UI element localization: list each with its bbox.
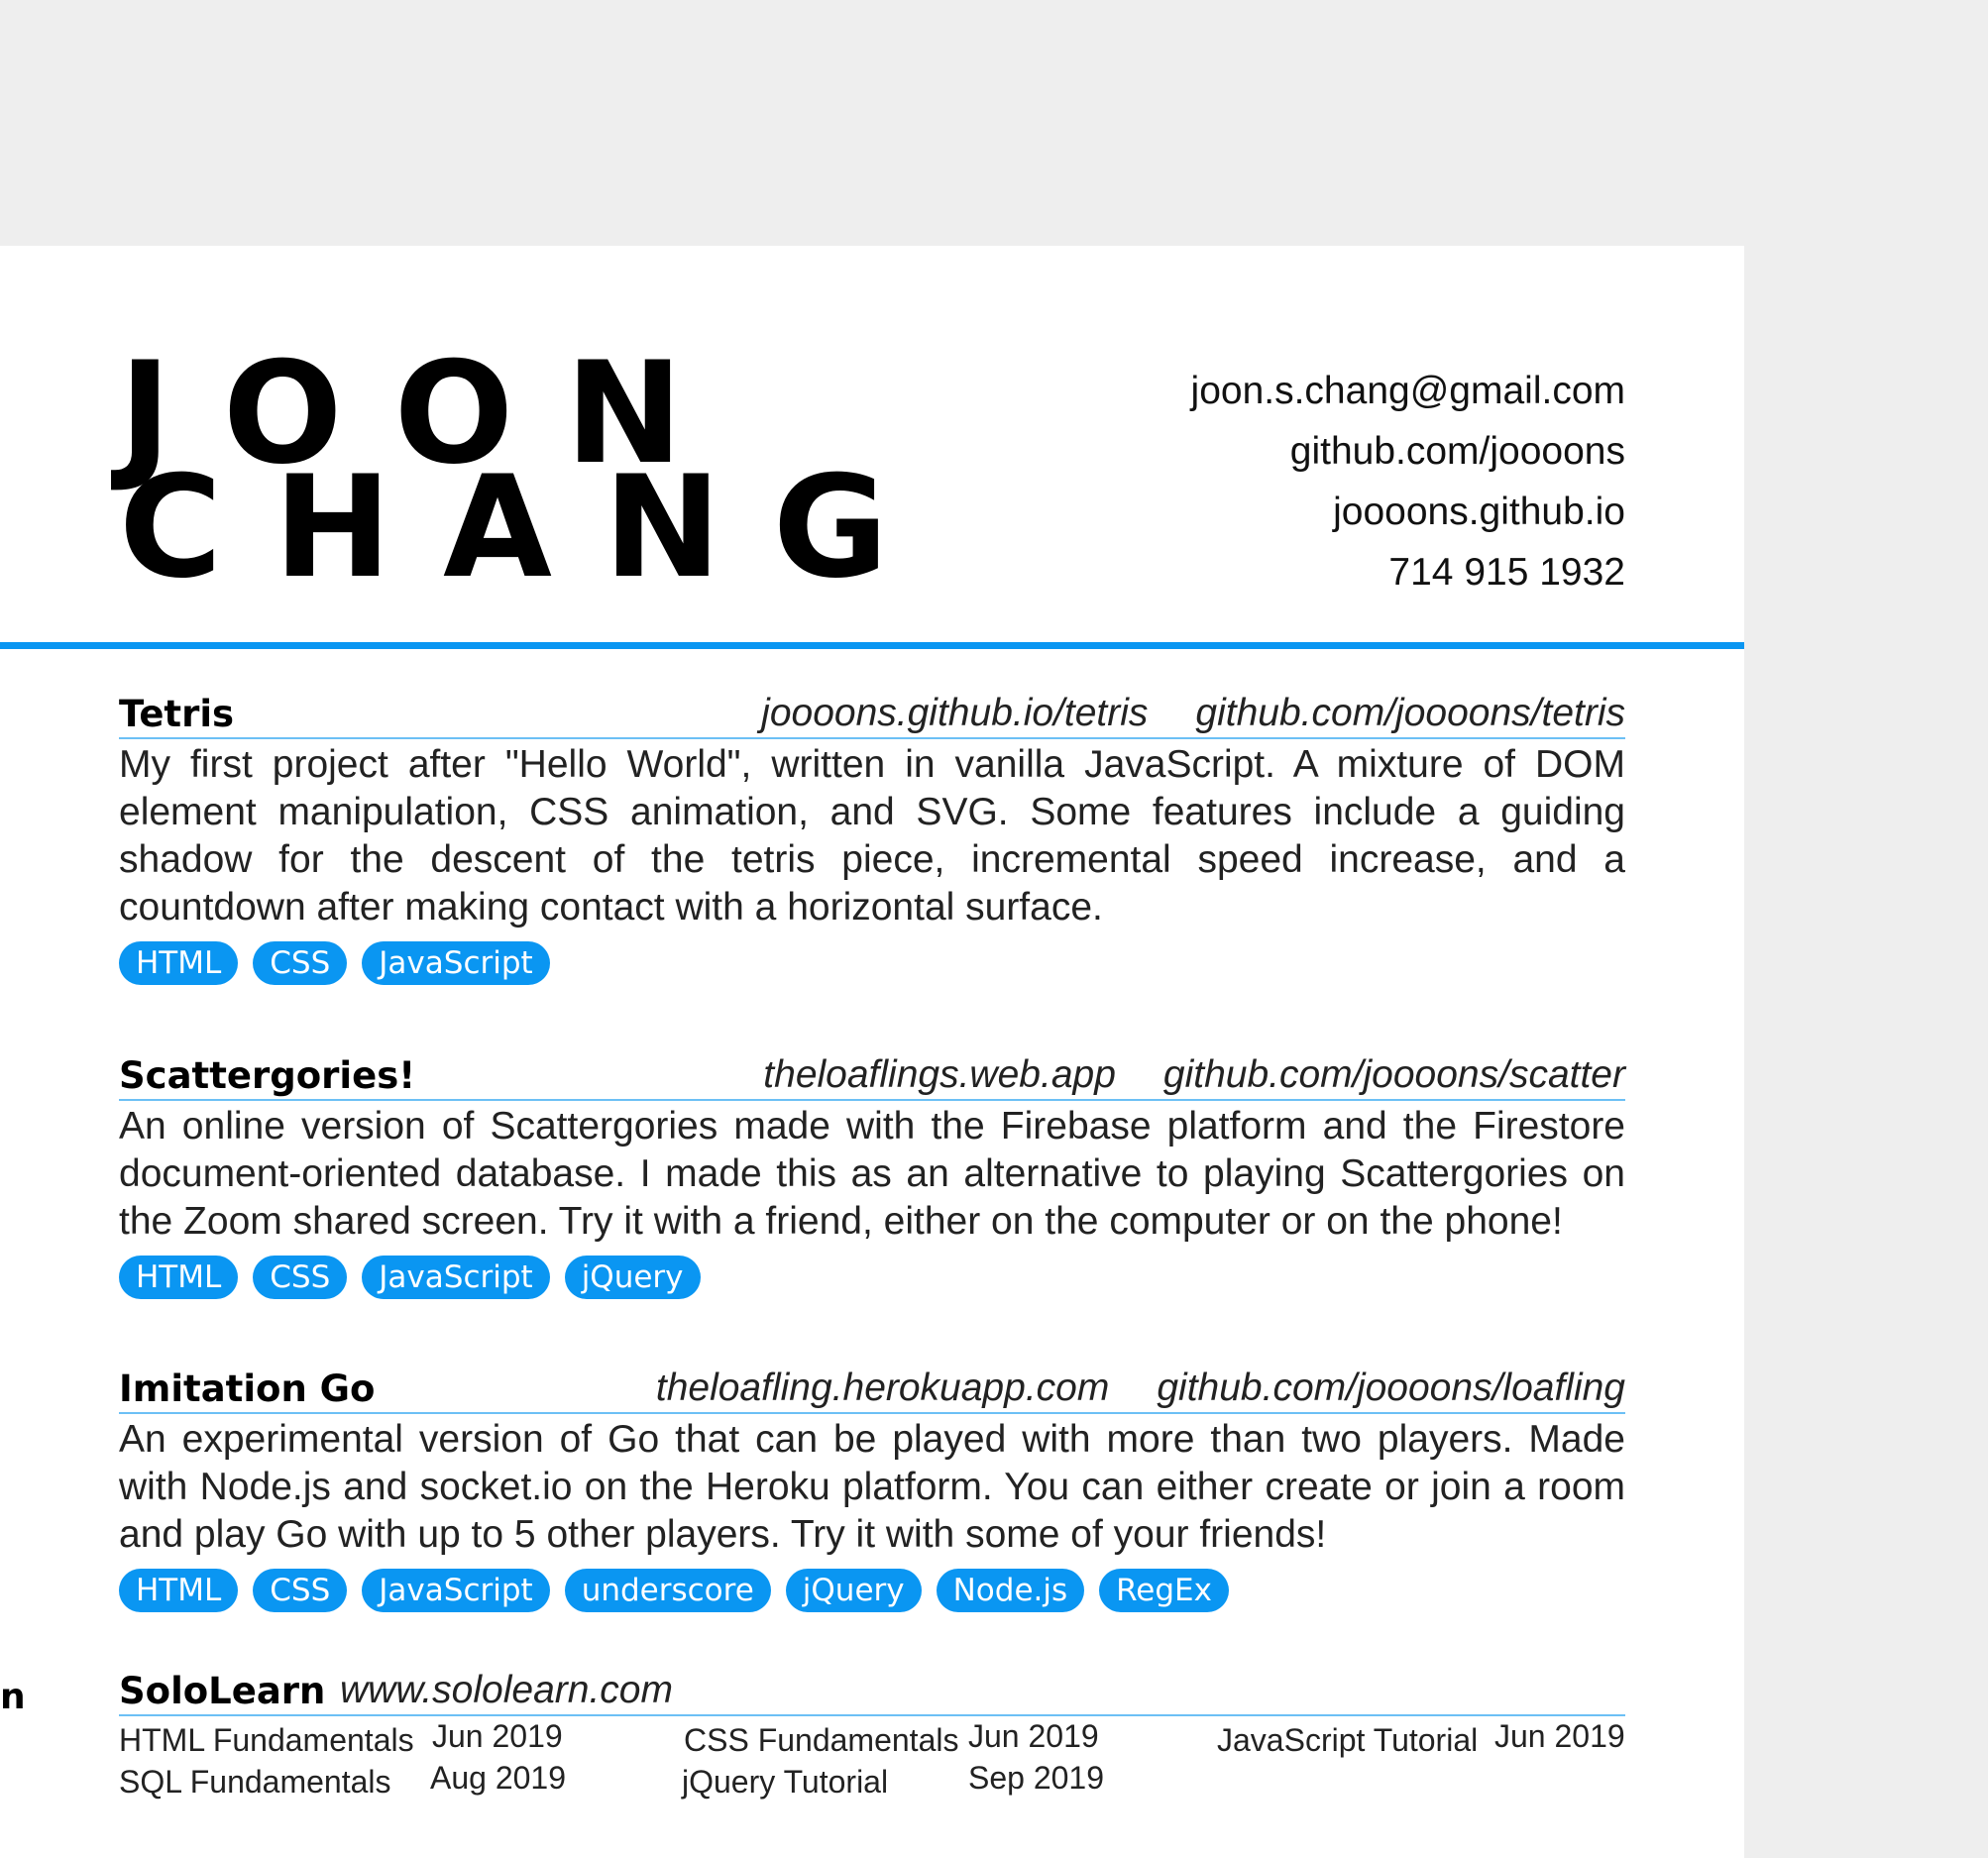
course-name: CSS Fundamentals [684, 1722, 959, 1758]
project-header: Tetris joooons.github.io/tetris github.co… [119, 688, 1625, 739]
tag: HTML [119, 1569, 239, 1612]
course-date: Jun 2019 [432, 1718, 563, 1754]
project-repo-link[interactable]: github.com/joooons/tetris [1195, 692, 1625, 734]
tag: jQuery [564, 1256, 701, 1299]
project-live-link[interactable]: joooons.github.io/tetris [761, 692, 1148, 734]
resume-page: JOON CHANG joon.s.chang@gmail.com github… [0, 246, 1744, 1858]
tag-list: HTML CSS JavaScript jQuery [119, 1256, 1625, 1299]
project-links: joooons.github.io/tetris github.com/joooo… [761, 692, 1625, 735]
tag: CSS [253, 1256, 348, 1299]
course-name: SQL Fundamentals [119, 1764, 391, 1800]
project-repo-link[interactable]: github.com/joooons/loafling [1157, 1366, 1625, 1409]
project-header: Scattergories! theloaflings.web.app githu… [119, 1049, 1625, 1101]
course-name: HTML Fundamentals [119, 1722, 414, 1758]
project-live-link[interactable]: theloafling.herokuapp.com [656, 1366, 1109, 1409]
project-title: Tetris [119, 693, 235, 735]
project-live-link[interactable]: theloaflings.web.app [763, 1053, 1116, 1096]
course-date: Jun 2019 [1494, 1718, 1625, 1754]
project-links: theloafling.herokuapp.com github.com/jooo… [656, 1366, 1625, 1410]
project-imitation-go: Imitation Go theloafling.herokuapp.com gi… [119, 1363, 1625, 1612]
project-description: An experimental version of Go that can b… [119, 1418, 1625, 1556]
tag: jQuery [785, 1569, 922, 1612]
project-header: Imitation Go theloafling.herokuapp.com gi… [119, 1363, 1625, 1414]
tag: HTML [119, 941, 239, 985]
header-divider [0, 642, 1744, 649]
website-link[interactable]: joooons.github.io [1191, 482, 1625, 542]
tag-list: HTML CSS JavaScript underscore jQuery No… [119, 1569, 1625, 1612]
project-links: theloaflings.web.app github.com/joooons/s… [763, 1053, 1625, 1097]
project-description: An online version of Scattergories made … [119, 1105, 1625, 1243]
resume-name: JOON CHANG [119, 344, 940, 609]
project-tetris: Tetris joooons.github.io/tetris github.co… [119, 688, 1625, 985]
tag: CSS [253, 941, 348, 985]
github-link[interactable]: github.com/joooons [1191, 421, 1625, 482]
course-name: JavaScript Tutorial [1217, 1722, 1479, 1758]
sololearn-section: SoloLearn www.sololearn.com HTML Fundame… [119, 1665, 1625, 1800]
project-title: Scattergories! [119, 1054, 416, 1097]
phone-number: 714 915 1932 [1388, 551, 1625, 594]
project-repo-link[interactable]: github.com/joooons/scatter [1163, 1053, 1625, 1096]
tag: JavaScript [362, 1569, 550, 1612]
sololearn-link[interactable]: www.sololearn.com [340, 1669, 673, 1712]
course-date: Sep 2019 [968, 1760, 1105, 1796]
tag: JavaScript [362, 1256, 550, 1299]
tag: HTML [119, 1256, 239, 1299]
tag-list: HTML CSS JavaScript [119, 941, 1625, 985]
sololearn-title: SoloLearn [119, 1670, 326, 1712]
sololearn-header: SoloLearn www.sololearn.com [119, 1665, 1625, 1716]
tag: CSS [253, 1569, 348, 1612]
section-label-fragment: n [0, 1677, 26, 1717]
course-date: Jun 2019 [968, 1718, 1099, 1754]
tag: underscore [564, 1569, 771, 1612]
course-date: Aug 2019 [430, 1760, 567, 1796]
project-title: Imitation Go [119, 1367, 376, 1410]
course-name: jQuery Tutorial [682, 1764, 889, 1800]
last-name: CHANG [119, 446, 940, 609]
tag: JavaScript [362, 941, 550, 985]
tag: Node.js [936, 1569, 1085, 1612]
project-description: My first project after "Hello World", wr… [119, 743, 1625, 929]
email-link[interactable]: joon.s.chang@gmail.com [1191, 361, 1625, 421]
contact-block: joon.s.chang@gmail.com github.com/joooon… [1191, 361, 1625, 602]
tag: RegEx [1099, 1569, 1229, 1612]
project-scattergories: Scattergories! theloaflings.web.app githu… [119, 1049, 1625, 1299]
